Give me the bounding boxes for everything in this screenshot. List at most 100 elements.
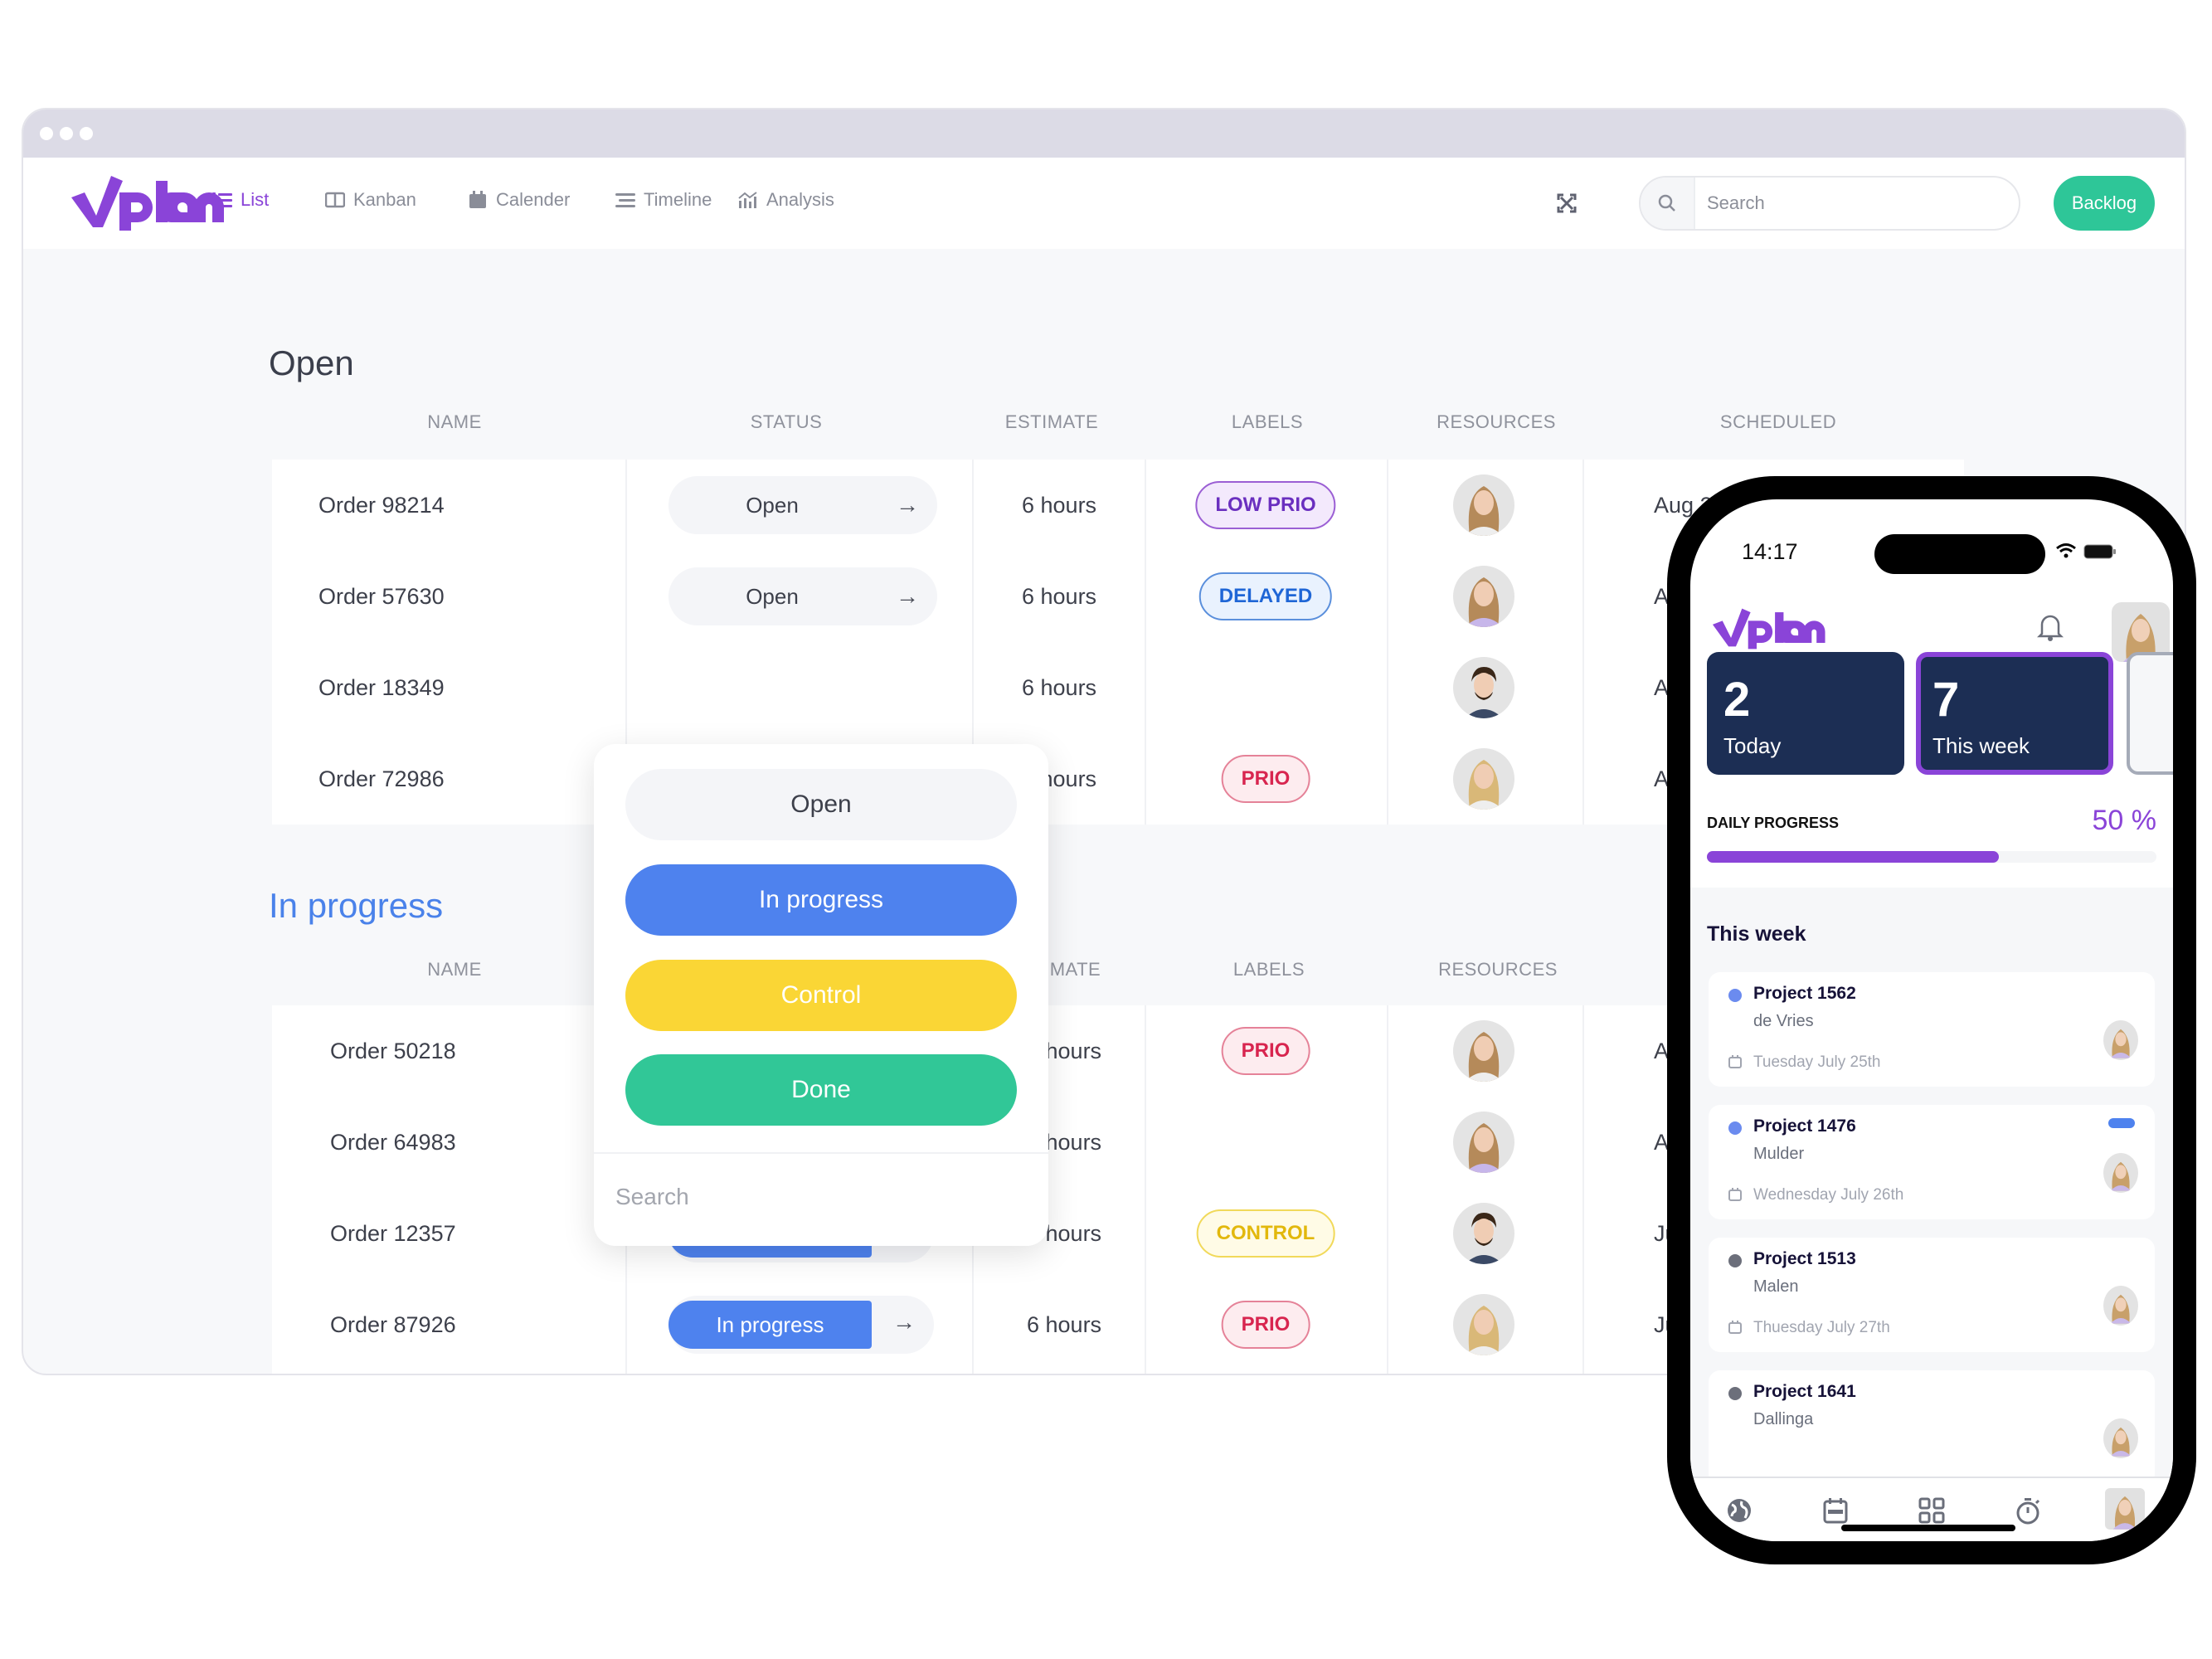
arrow-right-icon: →	[896, 583, 919, 609]
globe-icon[interactable]	[1725, 1496, 1753, 1525]
this-week-list: This week Project 1562 de Vries Tuesday Ju…	[1690, 888, 2173, 1477]
status-option-control[interactable]: Control	[625, 960, 1017, 1031]
stat-card-today[interactable]: 2 Today	[1707, 652, 1904, 775]
project-status-dot	[1728, 1387, 1742, 1400]
stat-value: 7	[1932, 673, 1960, 727]
label-badge[interactable]: PRIO	[1221, 755, 1310, 803]
column-header-name[interactable]: NAME	[388, 959, 521, 980]
resource-avatar[interactable]	[1453, 1112, 1514, 1173]
project-title: Project 1476	[1753, 1117, 1856, 1136]
order-name[interactable]: Order 50218	[330, 1005, 456, 1097]
wifi-icon	[2056, 543, 2076, 558]
window-dot-close[interactable]	[40, 127, 53, 140]
column-header-resources[interactable]: RESOURCES	[1413, 411, 1579, 433]
resource-avatar[interactable]	[1453, 657, 1514, 718]
nav-tab-kanban[interactable]: Kanban	[325, 189, 416, 211]
status-select[interactable]: Open →	[668, 476, 937, 534]
resource-avatar[interactable]	[1453, 566, 1514, 627]
project-status-dot	[1728, 1254, 1742, 1267]
status-value: Open	[746, 492, 799, 518]
window-dot-maximize[interactable]	[80, 127, 93, 140]
project-client: de Vries	[1753, 1012, 1814, 1030]
assignee-avatar[interactable]	[2103, 1153, 2138, 1193]
grid-icon[interactable]	[1918, 1496, 1946, 1525]
section-title-open: Open	[269, 343, 354, 382]
nav-tab-timeline[interactable]: Timeline	[615, 189, 712, 211]
estimate-value: 6 hours	[1022, 551, 1096, 642]
home-indicator[interactable]	[1841, 1525, 2015, 1531]
project-status-dot	[1728, 1121, 1742, 1135]
order-name[interactable]: Order 98214	[318, 460, 445, 551]
assignee-avatar[interactable]	[2103, 1418, 2138, 1458]
status-select[interactable]: In progress →	[668, 1296, 934, 1354]
order-name[interactable]: Order 57630	[318, 551, 445, 642]
column-header-name[interactable]: NAME	[388, 411, 521, 433]
resource-avatar[interactable]	[1453, 474, 1514, 536]
resource-avatar[interactable]	[1453, 1020, 1514, 1082]
option-label: Control	[780, 981, 862, 1009]
status-select[interactable]: Open →	[668, 567, 937, 625]
label-badge[interactable]: CONTROL	[1196, 1209, 1335, 1258]
resource-avatar[interactable]	[1453, 1203, 1514, 1264]
search-box[interactable]	[1639, 176, 2020, 231]
order-name-text: Order 72986	[318, 766, 445, 791]
column-header-scheduled[interactable]: SCHEDULED	[1695, 411, 1861, 433]
project-card[interactable]: Project 1513 Malen Thuesday July 27th	[1709, 1238, 2155, 1352]
list-title: This week	[1707, 922, 1806, 946]
column-header-labels[interactable]: LABELS	[1201, 959, 1337, 980]
project-card[interactable]: Project 1476 Mulder Wednesday July 26th	[1709, 1105, 2155, 1219]
column-header-status[interactable]: STATUS	[720, 411, 853, 433]
daily-progress-label: DAILY PROGRESS	[1707, 815, 1840, 831]
status-option-done[interactable]: Done	[625, 1054, 1017, 1126]
label-badge[interactable]: DELAYED	[1198, 572, 1333, 620]
estimate-value: 6 hours	[1022, 642, 1096, 733]
nav-tab-label: Kanban	[353, 189, 416, 210]
order-name[interactable]: Order 64983	[330, 1097, 456, 1188]
stat-value: 2	[1723, 673, 1751, 727]
order-name-text: Order 87926	[330, 1311, 456, 1337]
stat-card-next[interactable]	[2127, 652, 2173, 775]
status-option-in-progress[interactable]: In progress	[625, 864, 1017, 936]
backlog-button[interactable]: Backlog	[2054, 176, 2155, 231]
column-header-resources[interactable]: RESOURCES	[1413, 959, 1582, 980]
label-badge[interactable]: PRIO	[1221, 1301, 1310, 1349]
order-name[interactable]: Order 12357	[330, 1188, 456, 1279]
order-name[interactable]: Order 72986	[318, 733, 445, 825]
order-name[interactable]: Order 87926	[330, 1279, 456, 1370]
resource-avatar[interactable]	[1453, 1294, 1514, 1355]
vplan-logo[interactable]	[68, 176, 226, 231]
nav-tab-calendar[interactable]: Calender	[468, 189, 570, 211]
stopwatch-icon[interactable]	[2014, 1496, 2042, 1525]
list-icon	[212, 192, 232, 207]
search-input[interactable]	[1695, 192, 2010, 214]
order-name[interactable]: Order 18349	[318, 642, 445, 733]
project-card[interactable]: Project 1641 Dallinga	[1709, 1370, 2155, 1477]
label-badge[interactable]: LOW PRIO	[1195, 481, 1336, 529]
stat-card-this-week[interactable]: 7 This week	[1916, 652, 2113, 775]
window-dot-minimize[interactable]	[60, 127, 73, 140]
assignee-avatar[interactable]	[2103, 1020, 2138, 1060]
assignee-avatar[interactable]	[2103, 1286, 2138, 1326]
nav-tab-list[interactable]: List	[212, 189, 269, 211]
calendar-icon[interactable]	[1821, 1496, 1850, 1525]
project-card[interactable]: Project 1562 de Vries Tuesday July 25th	[1709, 972, 2155, 1087]
column-header-labels[interactable]: LABELS	[1201, 411, 1334, 433]
nav-tab-analysis[interactable]: Analysis	[738, 189, 834, 211]
label-badge[interactable]: PRIO	[1221, 1027, 1310, 1075]
option-label: Done	[791, 1076, 851, 1103]
status-dropdown: Open In progress Control Done	[594, 744, 1048, 1246]
tab-profile-avatar[interactable]	[2105, 1488, 2145, 1530]
stat-label: Today	[1723, 733, 1782, 758]
notification-bell-icon[interactable]	[2037, 612, 2064, 642]
status-option-open[interactable]: Open	[625, 769, 1017, 840]
battery-icon	[2083, 544, 2116, 559]
resource-avatar[interactable]	[1453, 748, 1514, 810]
estimate-text: 6 hours	[1022, 492, 1097, 518]
calendar-icon	[1728, 1055, 1742, 1068]
fullscreen-icon[interactable]	[1556, 192, 1578, 214]
status-search-input[interactable]	[615, 1184, 1022, 1210]
label-text: PRIO	[1241, 1039, 1291, 1062]
label-text: DELAYED	[1218, 585, 1313, 607]
calendar-icon	[1728, 1188, 1742, 1201]
column-header-estimate[interactable]: ESTIMATE	[977, 411, 1126, 433]
